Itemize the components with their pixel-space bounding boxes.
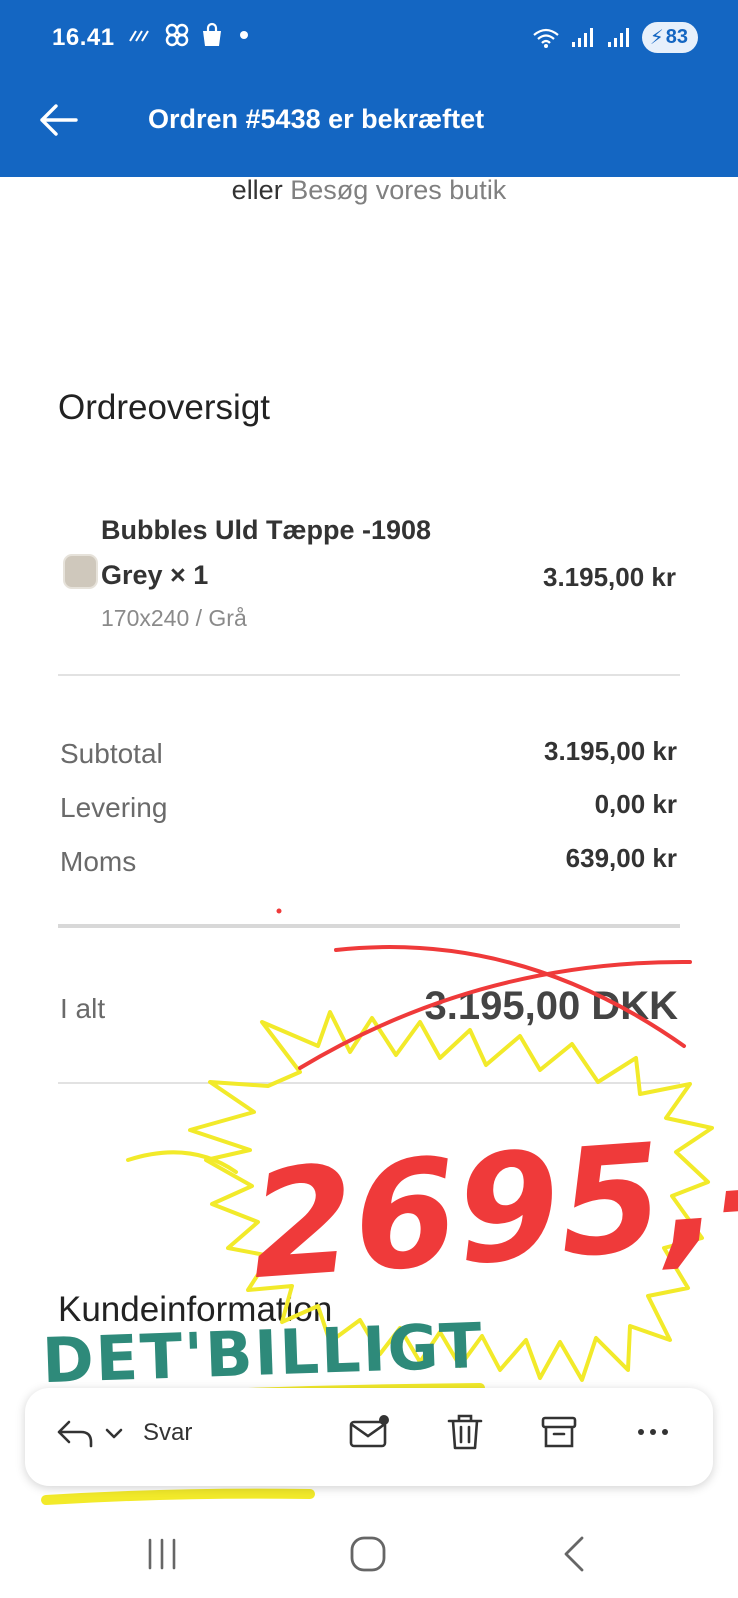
status-notification-icons	[128, 22, 248, 48]
reply-icon	[57, 1420, 93, 1448]
charging-icon: ⚡	[649, 27, 664, 49]
divider	[58, 924, 680, 928]
product-variant: 170x240 / Grå	[101, 605, 247, 631]
shipping-label: Levering	[60, 792, 168, 823]
tax-label: Moms	[60, 846, 137, 877]
divider	[58, 674, 680, 676]
back-arrow-icon[interactable]	[36, 98, 80, 142]
visit-store-line: eller Besøg vores butik	[0, 175, 738, 206]
visit-prefix: eller	[231, 175, 283, 205]
back-icon[interactable]	[554, 1532, 598, 1576]
shopping-bag-icon	[203, 22, 221, 46]
signal-icon	[571, 27, 593, 47]
product-name-line1: Bubbles Uld Tæppe -1908	[101, 515, 432, 545]
more-icon[interactable]	[631, 1410, 675, 1454]
status-system-icons: ⚡ 83	[532, 22, 698, 53]
mail-action-toolbar: Svar	[25, 1388, 713, 1486]
system-nav-bar	[0, 1510, 738, 1598]
total-label: I alt	[60, 993, 106, 1024]
chevron-down-icon[interactable]	[103, 1422, 125, 1444]
divider	[58, 1082, 680, 1084]
battery-indicator: ⚡ 83	[641, 22, 698, 53]
product-thumbnail	[63, 554, 98, 589]
mark-unread-icon[interactable]	[347, 1410, 391, 1454]
status-time: 16.41	[52, 24, 115, 51]
app-bar: 16.41 ⚡ 83 Ordren #5438 er bekræftet	[0, 0, 738, 177]
delete-icon[interactable]	[443, 1410, 487, 1454]
page-title: Ordren #5438 er bekræftet	[148, 104, 485, 134]
shipping-value: 0,00 kr	[594, 789, 677, 819]
reply-label: Svar	[143, 1419, 193, 1446]
yellow-squiggle	[126, 1150, 238, 1174]
new-price-annotation: 2695,-	[245, 1104, 738, 1313]
wifi-icon	[532, 28, 559, 48]
order-summary-heading: Ordreoversigt	[58, 388, 271, 427]
customer-info-heading: Kundeinformation	[58, 1290, 333, 1329]
recents-icon[interactable]	[140, 1532, 184, 1576]
archive-icon[interactable]	[537, 1410, 581, 1454]
pinwheel-icon	[165, 23, 189, 47]
subtotal-value: 3.195,00 kr	[543, 736, 677, 766]
subtotal-label: Subtotal	[60, 738, 163, 769]
signal-2-icon	[607, 27, 629, 47]
tax-value: 639,00 kr	[565, 843, 677, 873]
yellow-underline-3	[41, 1488, 315, 1505]
data-saver-icon	[129, 30, 149, 42]
product-name: Bubbles Uld Tæppe -1908 Grey × 1	[101, 508, 431, 598]
total-value: 3.195,00 DKK	[424, 984, 678, 1028]
reply-button[interactable]: Svar	[55, 1416, 192, 1450]
notification-dot-icon	[240, 31, 248, 39]
status-bar: 16.41 ⚡ 83	[0, 0, 738, 80]
home-icon[interactable]	[346, 1532, 390, 1576]
product-name-line2: Grey × 1	[101, 560, 209, 590]
red-dot	[276, 908, 282, 914]
battery-level: 83	[665, 26, 688, 48]
product-price: 3.195,00 kr	[542, 562, 676, 592]
visit-store-link[interactable]: Besøg vores butik	[290, 175, 506, 205]
